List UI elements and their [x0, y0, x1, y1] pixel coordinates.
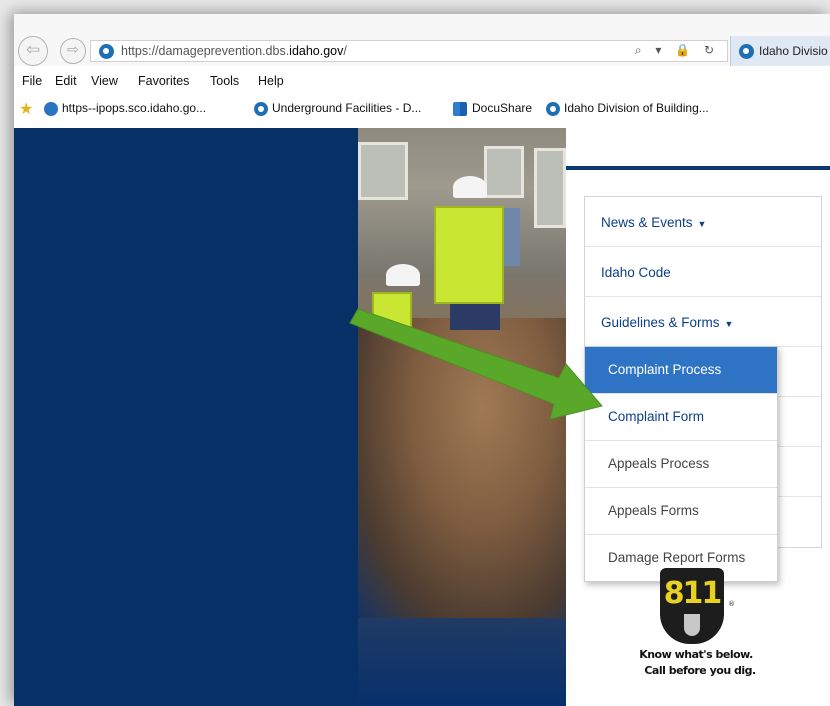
forward-arrow-icon: ⇨: [67, 42, 79, 58]
hard-hat: [453, 176, 487, 198]
menu-label: Damage Report Forms: [608, 550, 746, 565]
menu-help[interactable]: Help: [258, 74, 284, 88]
site-favicon-icon: [99, 44, 114, 59]
logo-811-number: 811: [663, 576, 723, 611]
favorite-link-docushare[interactable]: DocuShare: [472, 101, 532, 115]
favorite-link-underground[interactable]: Underground Facilities - D...: [272, 101, 421, 115]
shovel-icon: [684, 614, 700, 636]
address-bar-row: ⇦ ⇨ https://damageprevention.dbs.idaho.g…: [14, 14, 830, 66]
url-tools-icons[interactable]: ⌕ ▾ 🔒 ↻: [635, 43, 719, 58]
favorite-link-idaho-division[interactable]: Idaho Division of Building...: [564, 101, 709, 115]
nav-label-idaho-code: Idaho Code: [601, 265, 671, 280]
idaho-favicon-icon: [546, 102, 560, 116]
logo-tagline-1: Know what's below.: [639, 648, 753, 661]
menu-bar: File Edit View Favorites Tools Help: [14, 72, 830, 92]
url-bar[interactable]: https://damageprevention.dbs.idaho.gov/ …: [90, 40, 728, 62]
back-arrow-icon: ⇦: [25, 40, 41, 60]
menu-label: Appeals Process: [608, 456, 710, 471]
nav-guidelines-text: Guidelines & Forms: [601, 315, 720, 330]
chevron-down-icon: ▼: [724, 319, 734, 329]
menu-item-appeals-process[interactable]: Appeals Process: [585, 441, 777, 488]
menu-item-complaint-process[interactable]: Complaint Process: [585, 347, 777, 394]
header-band: [566, 166, 830, 170]
navy-side-panel: [14, 128, 358, 706]
nav-item-idaho-code[interactable]: Idaho Code: [585, 247, 821, 297]
menu-tools[interactable]: Tools: [210, 74, 239, 88]
url-prefix: https://damageprevention.dbs.: [121, 44, 290, 58]
menu-favorites[interactable]: Favorites: [138, 74, 189, 88]
chevron-down-icon: ▼: [697, 219, 707, 229]
call-811-logo[interactable]: 811 ® Know what's below. Call before you…: [632, 568, 772, 688]
menu-edit[interactable]: Edit: [55, 74, 77, 88]
safety-vest: [434, 206, 504, 304]
favorites-bar: ★ https--ipops.sco.idaho.go... Undergrou…: [14, 98, 830, 120]
logo-tagline-2: Call before you dig.: [644, 664, 756, 677]
workers-photo: [358, 128, 566, 706]
menu-item-complaint-form[interactable]: Complaint Form: [585, 394, 777, 441]
window-shape: [534, 148, 566, 228]
docushare-icon: [453, 102, 467, 116]
page-content: News & Events ▼ Idaho Code Guidelines & F…: [14, 128, 830, 706]
url-suffix: /: [343, 44, 347, 58]
globe-icon: [44, 102, 58, 116]
forward-button[interactable]: ⇨: [60, 38, 86, 64]
tab-title: Idaho Divisio: [759, 44, 828, 58]
nav-label-guidelines: Guidelines & Forms ▼: [601, 315, 733, 330]
tab-favicon-icon: [739, 44, 754, 59]
back-button[interactable]: ⇦: [18, 36, 48, 66]
nav-news-text: News & Events: [601, 215, 693, 230]
window-shape: [484, 146, 524, 198]
menu-item-appeals-forms[interactable]: Appeals Forms: [585, 488, 777, 535]
nav-item-guidelines[interactable]: Guidelines & Forms ▼: [585, 297, 821, 347]
menu-label: Complaint Form: [608, 409, 705, 424]
menu-file[interactable]: File: [22, 74, 42, 88]
browser-window: ⇦ ⇨ https://damageprevention.dbs.idaho.g…: [14, 14, 830, 706]
menu-label: Complaint Process: [608, 362, 722, 377]
idaho-favicon-icon: [254, 102, 268, 116]
registered-mark: ®: [728, 600, 735, 608]
favorite-link-ipops[interactable]: https--ipops.sco.idaho.go...: [62, 101, 206, 115]
worker-legs: [450, 304, 500, 330]
nav-item-news[interactable]: News & Events ▼: [585, 197, 821, 247]
url-domain: idaho.gov: [289, 44, 344, 58]
menu-view[interactable]: View: [91, 74, 118, 88]
nav-label-news: News & Events ▼: [601, 215, 706, 230]
guidelines-dropdown: Complaint Process Complaint Form Appeals…: [584, 346, 778, 582]
window-shape: [358, 142, 408, 200]
favorites-star-icon[interactable]: ★: [19, 99, 33, 118]
browser-tab[interactable]: Idaho Divisio: [730, 36, 830, 66]
dirt-pile: [358, 318, 566, 618]
url-text[interactable]: https://damageprevention.dbs.idaho.gov/: [121, 44, 347, 58]
hard-hat: [386, 264, 420, 286]
safety-vest: [372, 292, 412, 328]
menu-label: Appeals Forms: [608, 503, 699, 518]
